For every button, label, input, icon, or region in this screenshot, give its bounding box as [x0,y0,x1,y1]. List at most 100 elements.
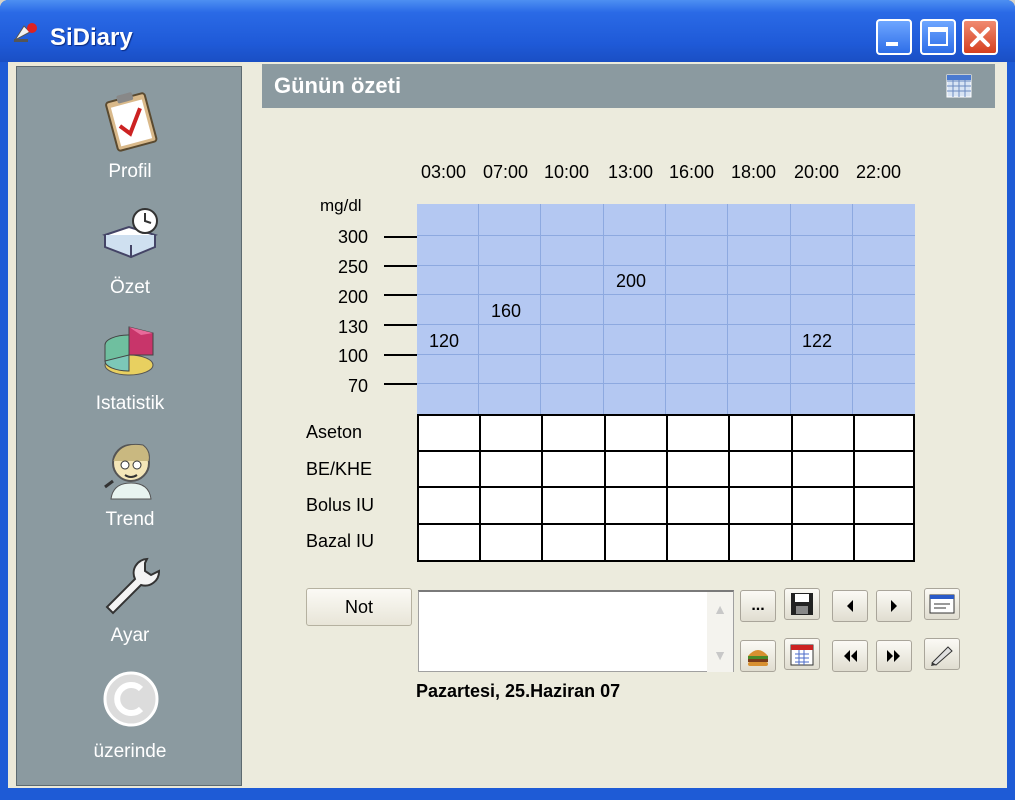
scroll-up-icon[interactable]: ▲ [709,598,731,620]
floppy-disk-icon [791,593,813,615]
y-tick-mark [384,354,418,356]
sidebar-label-uzerinde: üzerinde [93,741,167,762]
pen-icon [931,646,953,666]
doctor-icon [104,443,152,500]
time-label: 03:00 [421,162,467,182]
table-divider [853,416,855,562]
sidebar-item-profil[interactable]: Profil [17,89,243,201]
time-label: 10:00 [544,162,590,182]
grid-line [417,235,915,236]
table-divider [419,486,913,488]
glucose-reading: 122 [802,331,833,351]
grid-line [417,294,915,295]
y-tick-label: 300 [337,227,368,247]
y-tick-mark [384,324,418,326]
current-date: Pazartesi, 25.Haziran 07 [416,681,621,701]
wrench-icon [105,557,161,615]
time-label: 16:00 [669,162,715,182]
sidebar-label-ayar: Ayar [110,625,150,646]
y-tick-label: 100 [337,346,368,366]
glucose-reading: 120 [429,331,460,351]
row-label-aseton: Aseton [306,422,363,442]
more-button[interactable]: ... [740,590,776,622]
table-divider [666,416,668,562]
maximize-button[interactable] [920,19,956,55]
sidebar-label-istatistik: Istatistik [95,393,165,414]
window-title: SiDiary [50,24,133,51]
sidebar-item-ozet[interactable]: Özet [17,205,243,317]
grid-line [417,265,915,266]
minimize-button[interactable] [876,19,912,55]
pie-chart-icon [104,326,154,376]
save-button[interactable] [784,588,820,620]
book-clock-icon [102,208,158,259]
time-label: 18:00 [731,162,777,182]
row-label-be-khe: BE/KHE [306,459,373,479]
meal-button[interactable] [740,640,776,672]
note-textarea[interactable]: ▲ ▼ [418,590,734,672]
next-button[interactable] [876,590,912,622]
note-scrollbar[interactable]: ▲ ▼ [707,592,733,672]
sidebar-item-ayar[interactable]: Ayar [17,553,243,665]
close-button[interactable] [962,19,998,55]
row-label-bolus: Bolus IU [306,495,375,515]
y-tick-mark [384,383,418,385]
arrow-right-icon [891,600,897,612]
minimize-icon [886,42,898,46]
grid-line [417,383,915,384]
copyright-icon [103,671,159,727]
calendar-button[interactable] [784,638,820,670]
sidebar-label-profil: Profil [108,161,152,182]
client-area: Profil Özet Istatistik Trend Ayar üzerin… [8,62,1007,788]
glucose-reading: 160 [491,301,522,321]
double-arrow-right-icon [887,650,900,662]
table-divider [791,416,793,562]
app-window: SiDiary Profil Özet Istatistik Trend Aya… [0,0,1015,800]
y-tick-label: 70 [347,376,368,396]
grid-view-icon[interactable] [946,74,972,98]
y-tick-label: 250 [337,257,368,277]
entry-table[interactable] [417,414,915,562]
y-tick-mark [384,236,418,238]
burger-icon [748,650,768,666]
y-tick-label: 200 [337,287,368,307]
glucose-reading: 200 [616,271,647,291]
sidebar: Profil Özet Istatistik Trend Ayar üzerin… [16,66,242,786]
sidebar-item-istatistik[interactable]: Istatistik [17,321,243,433]
time-label: 13:00 [608,162,654,182]
form-icon [929,594,955,614]
sidebar-label-trend: Trend [105,509,155,530]
table-divider [604,416,606,562]
time-label: 22:00 [856,162,902,182]
unit-label: mg/dl [320,196,362,215]
pen-button[interactable] [924,638,960,670]
form-button[interactable] [924,588,960,620]
time-label: 07:00 [483,162,529,182]
close-icon [970,27,990,47]
rewind-button[interactable] [832,640,868,672]
glucose-plot-area[interactable]: 120 160 200 122 [417,204,915,414]
fast-forward-button[interactable] [876,640,912,672]
maximize-icon [928,27,948,46]
previous-button[interactable] [832,590,868,622]
calendar-icon [790,644,814,666]
main-panel: Günün özeti 03:00 07:00 10:00 13:00 16:0… [242,62,1007,788]
title-bar[interactable]: SiDiary [0,0,1015,62]
page-title: Günün özeti [274,73,402,98]
double-arrow-left-icon [844,650,857,662]
clipboard-check-icon [105,92,158,152]
section-header: Günün özeti [262,64,995,108]
table-divider [479,416,481,562]
table-divider [541,416,543,562]
arrow-left-icon [847,600,853,612]
table-divider [728,416,730,562]
app-logo-icon [13,23,37,42]
sidebar-item-trend[interactable]: Trend [17,437,243,549]
row-label-bazal: Bazal IU [306,531,375,551]
y-tick-mark [384,265,418,267]
scroll-down-icon[interactable]: ▼ [709,644,731,666]
table-divider [419,450,913,452]
sidebar-item-uzerinde[interactable]: üzerinde [17,669,243,781]
grid-line [417,324,915,325]
note-button[interactable]: Not [306,588,412,626]
